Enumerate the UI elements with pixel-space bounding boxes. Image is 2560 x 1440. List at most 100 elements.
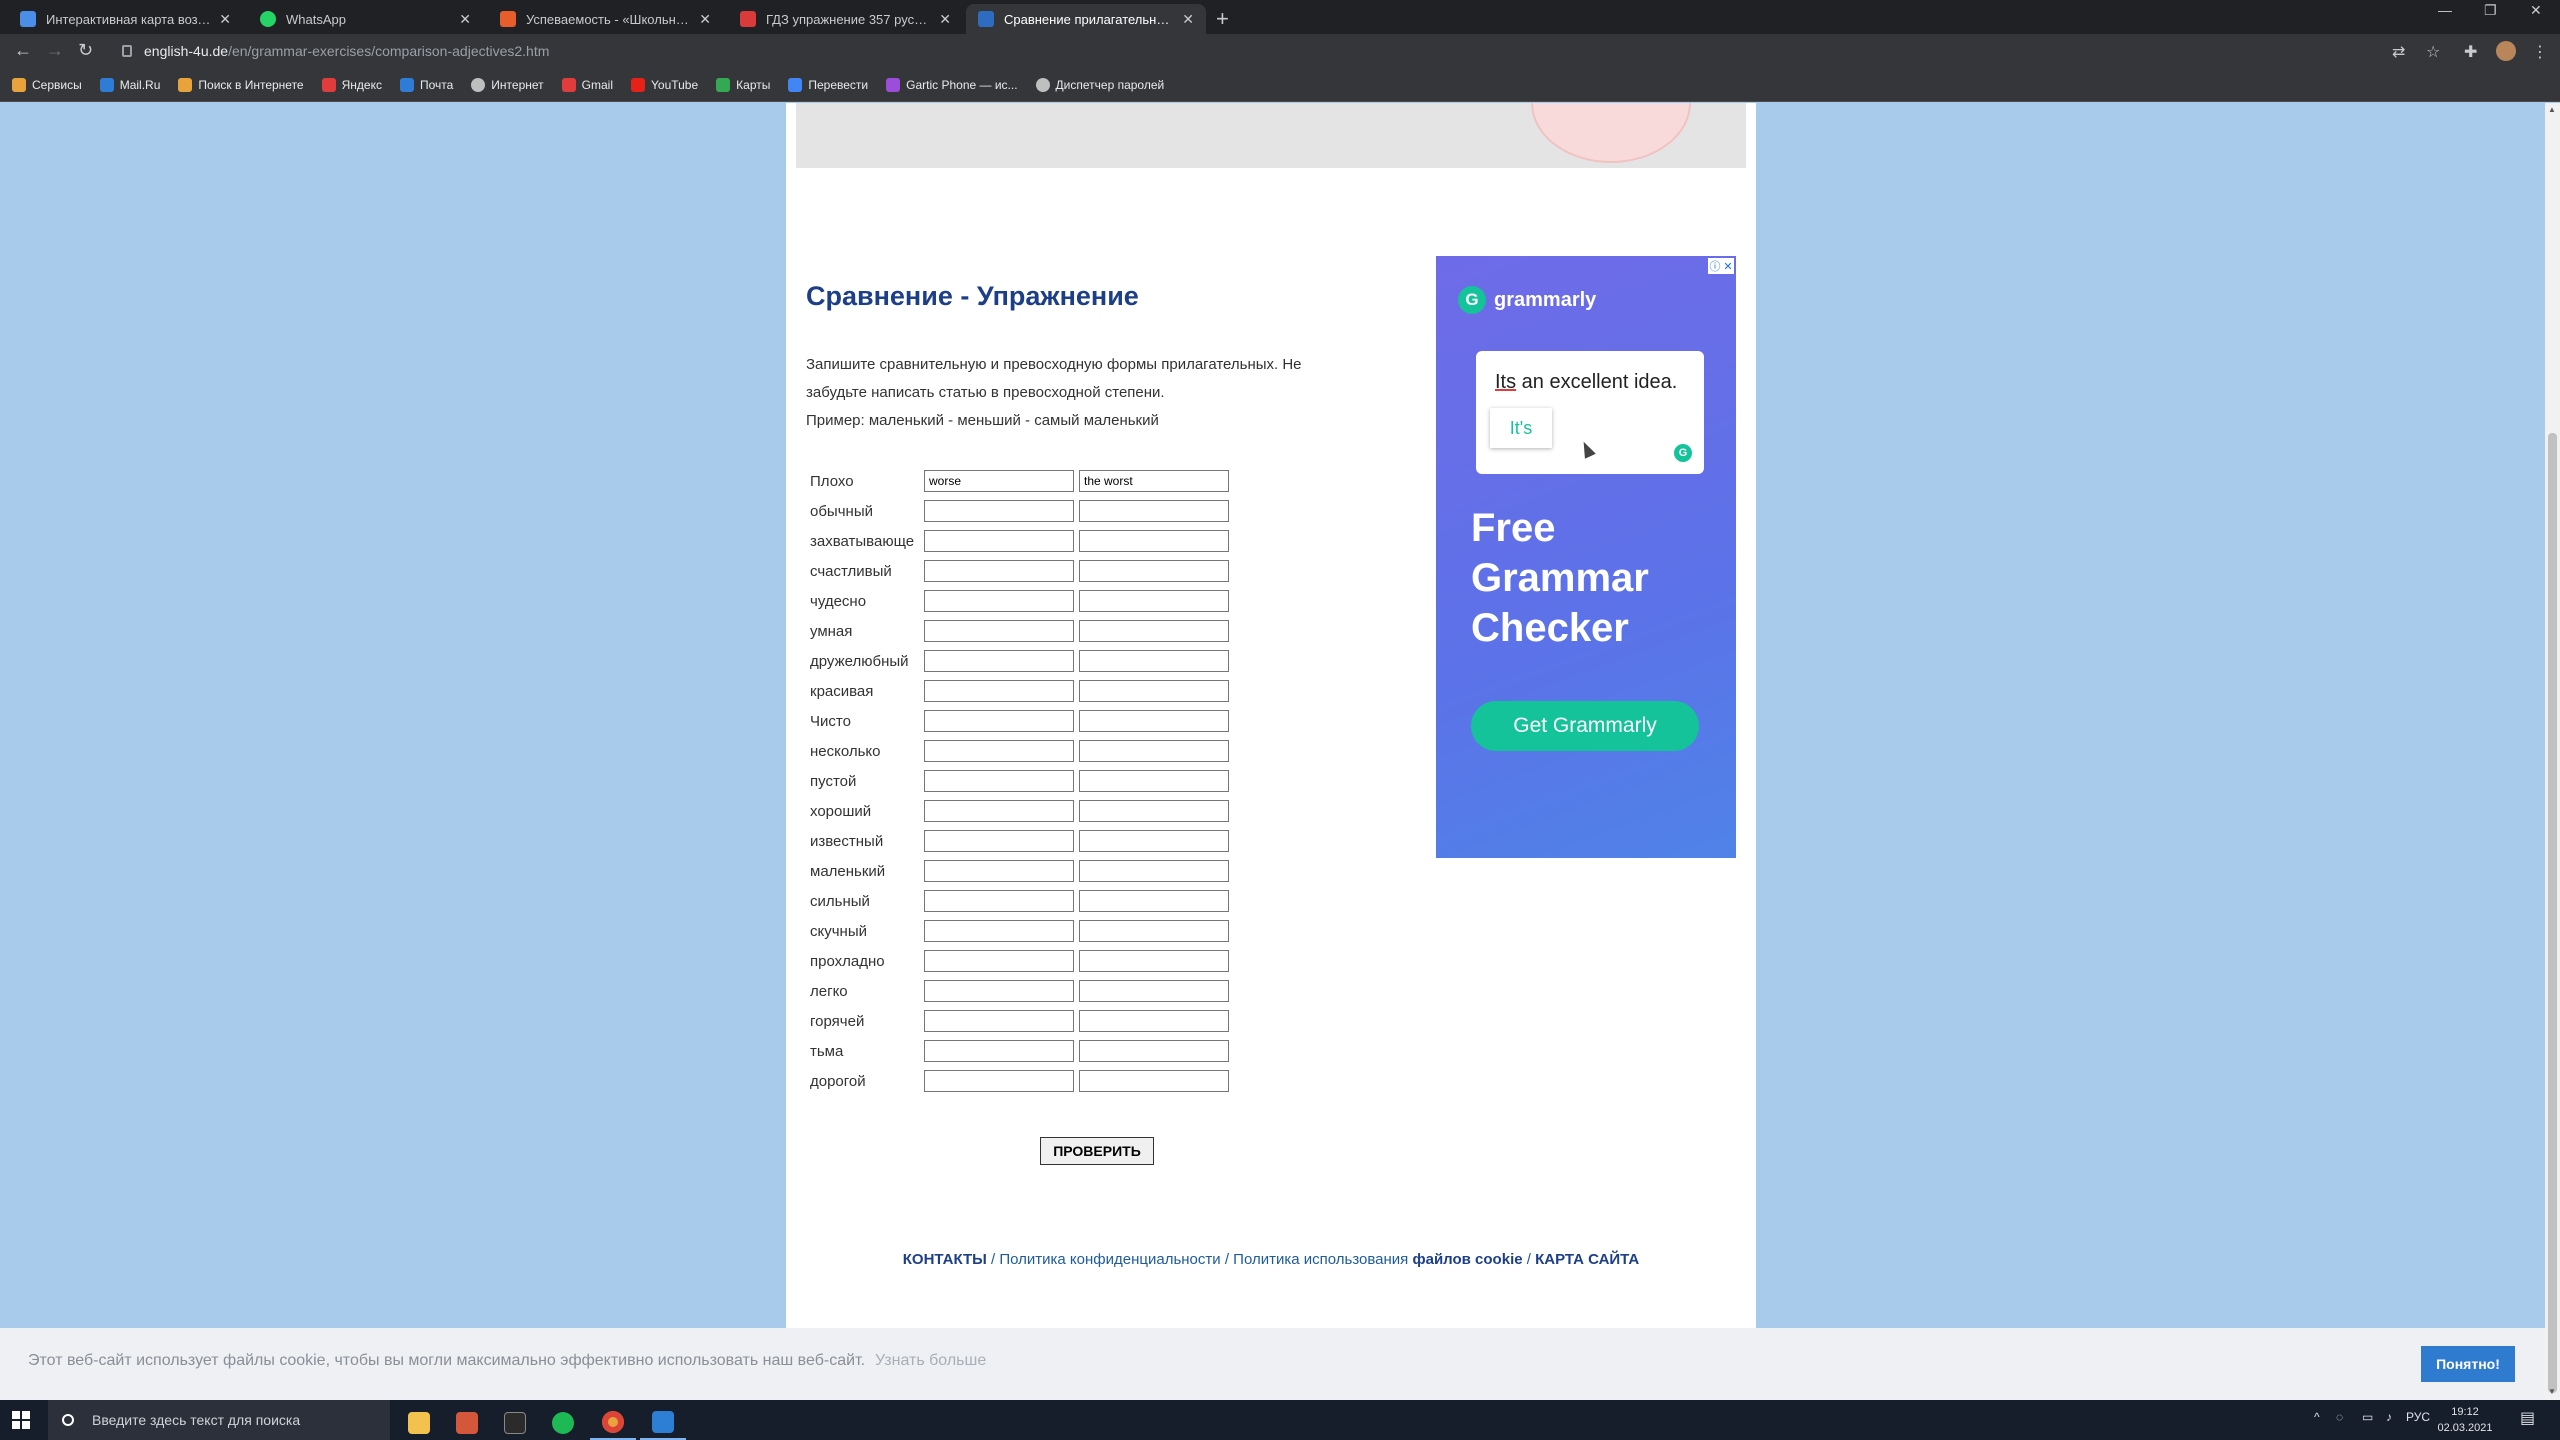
- superlative-input[interactable]: [1079, 1070, 1229, 1092]
- superlative-input[interactable]: [1079, 830, 1229, 852]
- superlative-input[interactable]: [1079, 650, 1229, 672]
- comparative-input[interactable]: [924, 500, 1074, 522]
- cookie-policy-link[interactable]: Политика использования: [1233, 1251, 1408, 1268]
- cookie-files-link[interactable]: файлов cookie: [1412, 1251, 1522, 1268]
- tab-5-active[interactable]: Сравнение прилагательных - У... ✕: [966, 4, 1206, 34]
- sitemap-link[interactable]: КАРТА САЙТА: [1535, 1251, 1639, 1268]
- url-field[interactable]: english-4u.de /en/grammar-exercises/comp…: [122, 39, 2372, 63]
- superlative-input[interactable]: [1079, 800, 1229, 822]
- comparative-input[interactable]: [924, 560, 1074, 582]
- bookmark-translate[interactable]: Перевести: [788, 77, 868, 92]
- language-indicator[interactable]: РУС: [2406, 1410, 2430, 1424]
- restore-icon[interactable]: ❐: [2484, 2, 2497, 19]
- comparative-input[interactable]: [924, 890, 1074, 912]
- comparative-input[interactable]: [924, 920, 1074, 942]
- volume-icon[interactable]: ♪: [2386, 1410, 2392, 1424]
- page-scrollbar[interactable]: ▲ ▼: [2545, 103, 2560, 1400]
- minimize-icon[interactable]: —: [2438, 2, 2452, 18]
- comparative-input[interactable]: [924, 740, 1074, 762]
- tab-1[interactable]: Интерактивная карта воздейст... ✕: [8, 4, 243, 34]
- superlative-input[interactable]: [1079, 530, 1229, 552]
- comparative-input[interactable]: [924, 800, 1074, 822]
- menu-kebab-icon[interactable]: ⋮: [2532, 42, 2548, 62]
- bookmark-search[interactable]: Поиск в Интернете: [178, 77, 304, 92]
- bookmark-star-icon[interactable]: ☆: [2426, 42, 2440, 62]
- scroll-up-icon[interactable]: ▲: [2548, 105, 2556, 114]
- superlative-input[interactable]: [1079, 770, 1229, 792]
- forward-icon[interactable]: →: [46, 40, 64, 61]
- profile-avatar[interactable]: [2496, 41, 2516, 61]
- ad-choices-close-icon[interactable]: ⓘ ✕: [1708, 258, 1734, 274]
- superlative-input[interactable]: [1079, 470, 1229, 492]
- superlative-input[interactable]: [1079, 950, 1229, 972]
- terminal-icon[interactable]: [492, 1406, 538, 1440]
- privacy-link[interactable]: Политика конфиденциальности: [999, 1251, 1220, 1268]
- comparative-input[interactable]: [924, 620, 1074, 642]
- comparative-input[interactable]: [924, 1040, 1074, 1062]
- bookmark-gartic[interactable]: Gartic Phone — ис...: [886, 77, 1018, 92]
- bookmark-gmail[interactable]: Gmail: [561, 77, 613, 92]
- close-window-icon[interactable]: ✕: [2530, 2, 2542, 19]
- bookmark-youtube[interactable]: YouTube: [631, 77, 698, 92]
- contacts-link[interactable]: КОНТАКТЫ: [903, 1251, 987, 1268]
- check-button[interactable]: ПРОВЕРИТЬ: [1040, 1137, 1154, 1165]
- close-tab-icon[interactable]: ✕: [459, 11, 471, 28]
- spotify-icon[interactable]: [540, 1406, 586, 1440]
- translate-icon[interactable]: ⇄: [2392, 42, 2405, 62]
- superlative-input[interactable]: [1079, 890, 1229, 912]
- app-icon-blue[interactable]: [640, 1406, 686, 1440]
- bookmark-mailru[interactable]: Mail.Ru: [99, 77, 160, 92]
- superlative-input[interactable]: [1079, 710, 1229, 732]
- superlative-input[interactable]: [1079, 620, 1229, 642]
- learn-more-link[interactable]: Узнать больше: [875, 1352, 986, 1369]
- accept-cookies-button[interactable]: Понятно!: [2421, 1346, 2515, 1382]
- back-icon[interactable]: ←: [14, 40, 32, 61]
- superlative-input[interactable]: [1079, 1010, 1229, 1032]
- comparative-input[interactable]: [924, 830, 1074, 852]
- file-explorer-icon[interactable]: [396, 1406, 442, 1440]
- taskbar-clock[interactable]: 19:12 02.03.2021: [2430, 1404, 2500, 1436]
- tab-3[interactable]: Успеваемость - «Школьный пор... ✕: [488, 4, 723, 34]
- reload-icon[interactable]: ↻: [78, 40, 93, 61]
- comparative-input[interactable]: [924, 770, 1074, 792]
- network-icon[interactable]: ◌: [2336, 1410, 2343, 1424]
- comparative-input[interactable]: [924, 1010, 1074, 1032]
- superlative-input[interactable]: [1079, 500, 1229, 522]
- scrollbar-thumb[interactable]: [2548, 433, 2557, 1393]
- superlative-input[interactable]: [1079, 860, 1229, 882]
- windows-start-icon[interactable]: [12, 1411, 30, 1429]
- tab-2[interactable]: WhatsApp ✕: [248, 4, 483, 34]
- new-tab-icon[interactable]: +: [1216, 6, 1229, 32]
- superlative-input[interactable]: [1079, 590, 1229, 612]
- close-tab-icon[interactable]: ✕: [939, 11, 951, 28]
- superlative-input[interactable]: [1079, 680, 1229, 702]
- taskbar-search-box[interactable]: Введите здесь текст для поиска: [48, 1400, 390, 1440]
- superlative-input[interactable]: [1079, 560, 1229, 582]
- comparative-input[interactable]: [924, 860, 1074, 882]
- comparative-input[interactable]: [924, 1070, 1074, 1092]
- chrome-icon[interactable]: [590, 1406, 636, 1440]
- bookmark-passwords[interactable]: Диспетчер паролей: [1035, 77, 1164, 92]
- scroll-down-icon[interactable]: ▼: [2548, 1387, 2556, 1396]
- bookmark-internet[interactable]: Интернет: [471, 77, 544, 92]
- app-icon[interactable]: [444, 1406, 490, 1440]
- notifications-icon[interactable]: ▤: [2520, 1408, 2535, 1428]
- grammarly-ad[interactable]: ⓘ ✕ G grammarly Its an excellent idea. It…: [1436, 256, 1736, 858]
- close-tab-icon[interactable]: ✕: [699, 11, 711, 28]
- bookmark-mail[interactable]: Почта: [399, 77, 453, 92]
- extensions-icon[interactable]: ✚: [2464, 42, 2477, 62]
- bookmark-maps[interactable]: Карты: [716, 77, 770, 92]
- comparative-input[interactable]: [924, 680, 1074, 702]
- close-tab-icon[interactable]: ✕: [219, 11, 231, 28]
- comparative-input[interactable]: [924, 470, 1074, 492]
- close-tab-icon[interactable]: ✕: [1182, 11, 1194, 28]
- superlative-input[interactable]: [1079, 740, 1229, 762]
- superlative-input[interactable]: [1079, 920, 1229, 942]
- get-grammarly-button[interactable]: Get Grammarly: [1471, 701, 1699, 751]
- comparative-input[interactable]: [924, 530, 1074, 552]
- tab-4[interactable]: ГДЗ упражнение 357 русский я... ✕: [728, 4, 963, 34]
- tray-expand-icon[interactable]: ^: [2314, 1410, 2320, 1424]
- superlative-input[interactable]: [1079, 1040, 1229, 1062]
- comparative-input[interactable]: [924, 710, 1074, 732]
- bookmark-yandex[interactable]: Яндекс: [321, 77, 382, 92]
